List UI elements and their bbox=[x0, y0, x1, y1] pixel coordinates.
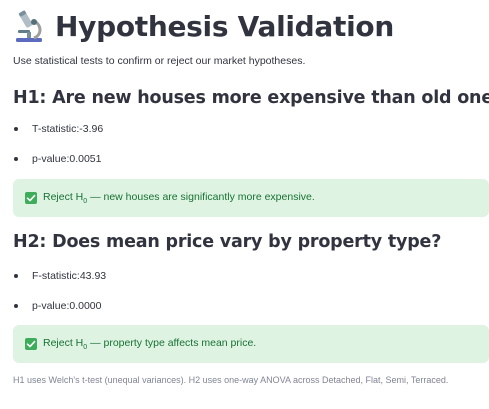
h2-f-statistic-item: F-statistic: 43.93 bbox=[13, 270, 106, 282]
bullet-dot-icon bbox=[14, 157, 18, 161]
h2-p-value-item: p-value: 0.0000 bbox=[13, 300, 101, 312]
bullet-dot-icon bbox=[14, 274, 18, 278]
bullet-dot-icon bbox=[14, 127, 18, 131]
result-prefix: Reject H bbox=[43, 336, 84, 349]
h2-result-text: Reject H0 — property type affects mean p… bbox=[43, 337, 256, 351]
result-suffix: — property type affects mean price. bbox=[87, 336, 257, 349]
check-mark-icon bbox=[25, 192, 37, 204]
p-value-value: 0.0051 bbox=[69, 153, 102, 165]
result-suffix: — new houses are significantly more expe… bbox=[87, 190, 315, 203]
p-value-label: p-value: bbox=[32, 153, 70, 165]
page-header: Hypothesis Validation bbox=[13, 6, 394, 46]
bullet-dot-icon bbox=[14, 304, 18, 308]
f-statistic-value: 43.93 bbox=[79, 270, 107, 282]
t-statistic-label: T-statistic: bbox=[32, 123, 80, 135]
page-title: Hypothesis Validation bbox=[55, 9, 394, 43]
p-value-label: p-value: bbox=[32, 300, 70, 312]
h1-p-value-item: p-value: 0.0051 bbox=[13, 153, 101, 165]
microscope-icon bbox=[13, 8, 47, 44]
h1-result-text: Reject H0 — new houses are significantly… bbox=[43, 191, 315, 205]
check-mark-icon bbox=[25, 338, 37, 350]
page-subtitle: Use statistical tests to confirm or reje… bbox=[13, 55, 306, 67]
h2-success-alert: Reject H0 — property type affects mean p… bbox=[13, 325, 489, 363]
result-prefix: Reject H bbox=[43, 190, 84, 203]
h1-heading: H1: Are new houses more expensive than o… bbox=[13, 88, 489, 108]
t-statistic-value: -3.96 bbox=[79, 123, 104, 135]
f-statistic-label: F-statistic: bbox=[32, 270, 80, 282]
footer-caption: H1 uses Welch's t-test (unequal variance… bbox=[13, 375, 449, 385]
p-value-value: 0.0000 bbox=[69, 300, 102, 312]
h1-success-alert: Reject H0 — new houses are significantly… bbox=[13, 179, 489, 217]
h2-heading: H2: Does mean price vary by property typ… bbox=[13, 232, 442, 252]
h1-t-statistic-item: T-statistic: -3.96 bbox=[13, 123, 103, 135]
